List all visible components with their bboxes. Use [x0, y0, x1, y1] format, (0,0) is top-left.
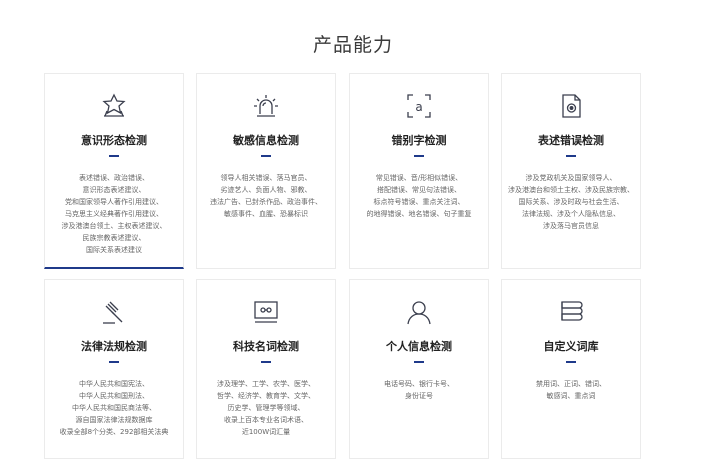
capability-card-expression[interactable]: 表述错误检测 涉及党政机关及国家领导人、 涉及港澳台和领土主权、涉及民族宗教、 …	[501, 73, 641, 269]
capability-card-ideology[interactable]: 意识形态检测 表述错误、政治错误、 意识形态表述建议、 党和国家领导人著作引用建…	[44, 73, 184, 269]
title-underline	[109, 155, 119, 157]
title-underline	[261, 361, 271, 363]
title-underline	[566, 361, 576, 363]
capability-card-personal-info[interactable]: 个人信息检测 电话号码、银行卡号、 身份证号	[349, 279, 489, 459]
card-title: 敏感信息检测	[233, 134, 299, 147]
document-record-icon	[557, 92, 585, 120]
card-title: 意识形态检测	[81, 134, 147, 147]
title-underline	[261, 155, 271, 157]
capability-card-sensitive-info[interactable]: 敏感信息检测 领导人相关错误、落马官员、 劣迹艺人、负面人物、邪教、 违法广告、…	[196, 73, 336, 269]
card-title: 科技名词检测	[233, 340, 299, 353]
card-title: 自定义词库	[543, 340, 599, 353]
text-scan-icon: a	[405, 92, 433, 120]
title-underline	[414, 361, 424, 363]
card-description: 表述错误、政治错误、 意识形态表述建议、 党和国家领导人著作引用建议、 马克思主…	[61, 174, 167, 254]
star-badge-icon	[100, 92, 128, 120]
card-title: 法律法规检测	[81, 340, 147, 353]
card-description: 领导人相关错误、落马官员、 劣迹艺人、负面人物、邪教、 违法广告、已封杀作品、政…	[210, 174, 322, 218]
card-description: 涉及理学、工学、农学、医学、 哲学、经济学、教育学、文学、 历史学、管理学等领域…	[217, 380, 315, 436]
books-stack-icon	[557, 298, 585, 326]
capability-card-typo[interactable]: a 错别字检测 常见错误、音/形相似错误、 搭配错误、常见句法错误、 标点符号错…	[349, 73, 489, 269]
card-description: 中华人民共和国宪法、 中华人民共和国刑法、 中华人民共和国民商法等、 源自国家法…	[59, 380, 169, 436]
card-title: 错别字检测	[391, 134, 447, 147]
person-icon	[405, 298, 433, 326]
title-underline	[566, 155, 576, 157]
card-description: 涉及党政机关及国家领导人、 涉及港澳台和领土主权、涉及民族宗教、 国际关系、涉及…	[508, 174, 634, 230]
capability-card-law[interactable]: 法律法规检测 中华人民共和国宪法、 中华人民共和国刑法、 中华人民共和国民商法等…	[44, 279, 184, 459]
alarm-light-icon	[252, 92, 280, 120]
card-description: 常见错误、音/形相似错误、 搭配错误、常见句法错误、 标点符号错误、重点关注词、…	[366, 174, 472, 218]
card-title: 个人信息检测	[386, 340, 452, 353]
capability-card-custom-lexicon[interactable]: 自定义词库 禁用词、正词、错词、 敏感词、重点词	[501, 279, 641, 459]
gavel-icon	[100, 298, 128, 326]
title-underline	[414, 155, 424, 157]
capability-card-tech-terms[interactable]: 科技名词检测 涉及理学、工学、农学、医学、 哲学、经济学、教育学、文学、 历史学…	[196, 279, 336, 459]
card-description: 禁用词、正词、错词、 敏感词、重点词	[536, 380, 606, 400]
card-description: 电话号码、银行卡号、 身份证号	[384, 380, 454, 400]
monitor-code-icon	[252, 298, 280, 326]
card-title: 表述错误检测	[538, 134, 604, 147]
title-underline	[109, 361, 119, 363]
page-title: 产品能力	[312, 34, 393, 56]
svg-text:a: a	[415, 100, 422, 114]
